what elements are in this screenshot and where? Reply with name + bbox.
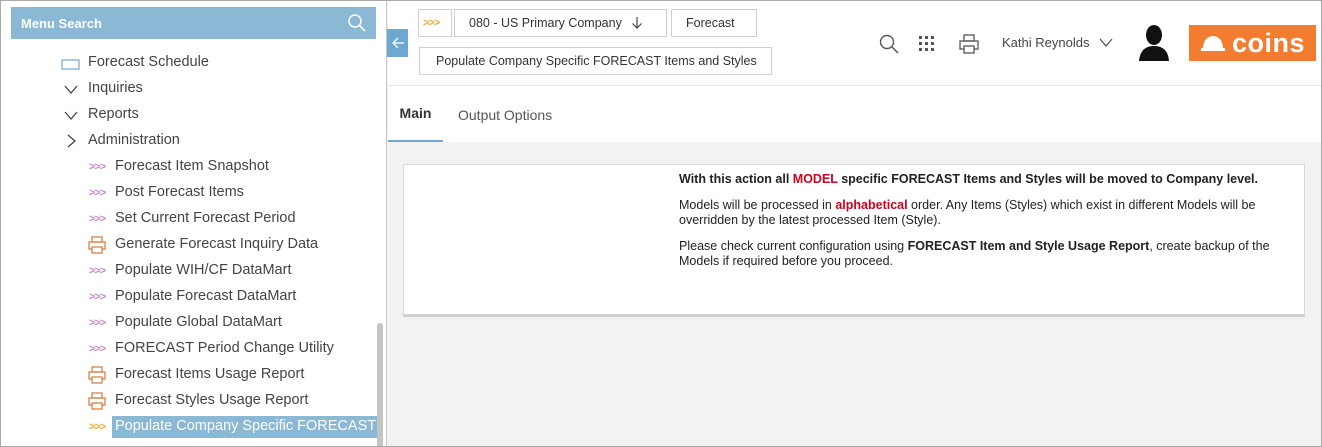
triple-arrow-icon: >>> [88, 187, 106, 199]
info-text-run: Please check current configuration using [679, 239, 908, 253]
triple-arrow-icon: >>> [88, 161, 106, 173]
menu-item-populate-wih-cf-datamart[interactable]: >>> Populate WIH/CF DataMart [1, 258, 381, 284]
menu-search-bar[interactable]: Menu Search [11, 7, 376, 39]
tab-output-options[interactable]: Output Options [458, 86, 552, 143]
menu-item-generate-forecast-inquiry-data[interactable]: Generate Forecast Inquiry Data [1, 232, 381, 258]
triple-arrow-icon: >>> [423, 17, 440, 29]
hard-hat-icon [1200, 36, 1225, 51]
apps-grid-icon[interactable] [917, 34, 937, 54]
menu-item-populate-company-specific-forecast[interactable]: >>> Populate Company Specific FORECAST I… [1, 414, 386, 440]
info-text-run: specific FORECAST Items and Styles will … [837, 172, 1258, 186]
triple-arrow-icon: >>> [88, 291, 106, 303]
app-window: Menu Search Forecast Schedule Inquiries [0, 0, 1322, 447]
menu-item-forecast-period-change-utility[interactable]: >>> FORECAST Period Change Utility [1, 336, 381, 362]
breadcrumb-company[interactable]: 080 - US Primary Company [454, 9, 667, 37]
arrow-down-icon [631, 17, 642, 29]
logo-wordmark: coins [1231, 27, 1306, 58]
info-text: With this action all MODEL specific FORE… [679, 172, 1291, 280]
menu-item-label: Forecast Schedule [88, 54, 209, 70]
sidebar: Menu Search Forecast Schedule Inquiries [1, 1, 387, 446]
menu-item-label: Set Current Forecast Period [115, 210, 296, 226]
breadcrumb-task-label: Populate Company Specific FORECAST Items… [436, 54, 757, 68]
breadcrumb-task[interactable]: Populate Company Specific FORECAST Items… [419, 47, 772, 75]
breadcrumb-company-label: 080 - US Primary Company [469, 16, 622, 30]
printer-icon [87, 235, 107, 255]
menu-item-label: Forecast Styles Usage Report [115, 392, 309, 408]
menu-item-label: FORECAST Period Change Utility [115, 340, 334, 356]
menu-list: Forecast Schedule Inquiries Reports Admi… [1, 50, 386, 440]
printer-icon [87, 365, 107, 385]
tab-main[interactable]: Main [388, 86, 443, 143]
chevron-down-icon [61, 79, 81, 99]
arrow-left-icon [391, 37, 404, 49]
triple-arrow-icon: >>> [88, 317, 106, 329]
coins-logo: coins [1189, 25, 1316, 61]
menu-item-label: Populate Global DataMart [115, 314, 282, 330]
printer-icon [87, 391, 107, 411]
menu-item-label: Post Forecast Items [115, 184, 244, 200]
menu-item-label: Inquiries [88, 80, 143, 96]
menu-item-populate-forecast-datamart[interactable]: >>> Populate Forecast DataMart [1, 284, 381, 310]
breadcrumb-module[interactable]: Forecast [671, 9, 757, 37]
menu-item-label: Forecast Item Snapshot [115, 158, 269, 174]
menu-item-set-current-forecast-period[interactable]: >>> Set Current Forecast Period [1, 206, 381, 232]
printer-icon[interactable] [958, 33, 980, 55]
menu-item-label: Populate Forecast DataMart [115, 288, 297, 304]
menu-item-forecast-item-snapshot[interactable]: >>> Forecast Item Snapshot [1, 154, 381, 180]
info-highlight: MODEL [792, 172, 838, 186]
search-icon[interactable] [347, 13, 367, 33]
menu-item-forecast-items-usage-report[interactable]: Forecast Items Usage Report [1, 362, 381, 388]
triple-arrow-icon: >>> [88, 265, 106, 277]
menu-item-reports[interactable]: Reports [1, 102, 381, 128]
menu-search-label: Menu Search [21, 15, 102, 31]
search-icon[interactable] [878, 33, 900, 55]
menu-item-label: Forecast Items Usage Report [115, 366, 305, 382]
info-highlight: alphabetical [835, 198, 908, 212]
triple-arrow-icon: >>> [88, 213, 106, 225]
chevron-down-icon[interactable] [1098, 35, 1114, 49]
menu-item-administration[interactable]: Administration [1, 128, 381, 154]
menu-item-forecast-schedule[interactable]: Forecast Schedule [1, 50, 381, 76]
info-paragraph-2: Models will be processed in alphabetical… [679, 198, 1291, 228]
info-paragraph-3: Please check current configuration using… [679, 239, 1291, 269]
menu-item-label: Administration [88, 132, 180, 148]
chevron-right-icon [61, 131, 81, 151]
chevron-down-icon [61, 105, 81, 125]
menu-item-label: Reports [88, 106, 139, 122]
info-paragraph-1: With this action all MODEL specific FORE… [679, 172, 1291, 187]
breadcrumb-module-label: Forecast [686, 16, 735, 30]
collapse-sidebar-button[interactable] [387, 29, 408, 57]
menu-item-label: Populate Company Specific FORECAST It [115, 418, 387, 434]
user-avatar-icon[interactable] [1136, 23, 1172, 61]
info-report-name: FORECAST Item and Style Usage Report [907, 239, 1150, 253]
menu-item-inquiries[interactable]: Inquiries [1, 76, 381, 102]
header: >>> 080 - US Primary Company Forecast Po… [388, 1, 1321, 85]
menu-item-populate-global-datamart[interactable]: >>> Populate Global DataMart [1, 310, 381, 336]
user-name[interactable]: Kathi Reynolds [1002, 35, 1089, 50]
menu-item-label: Generate Forecast Inquiry Data [115, 236, 319, 252]
menu-item-forecast-styles-usage-report[interactable]: Forecast Styles Usage Report [1, 388, 381, 414]
menu-item-post-forecast-items[interactable]: >>> Post Forecast Items [1, 180, 381, 206]
folder-icon [61, 53, 81, 73]
main-content: With this action all MODEL specific FORE… [388, 142, 1321, 446]
info-panel: With this action all MODEL specific FORE… [403, 164, 1305, 317]
menu-item-label: Populate WIH/CF DataMart [115, 262, 292, 278]
sidebar-scrollbar[interactable] [377, 323, 383, 446]
info-text-run: Models will be processed in [679, 198, 836, 212]
triple-arrow-icon: >>> [88, 421, 106, 433]
info-text-run: With this action all [679, 172, 793, 186]
triple-arrow-icon: >>> [88, 343, 106, 355]
breadcrumb-home[interactable]: >>> [418, 9, 452, 37]
tab-bar: Main Output Options [388, 85, 1321, 143]
